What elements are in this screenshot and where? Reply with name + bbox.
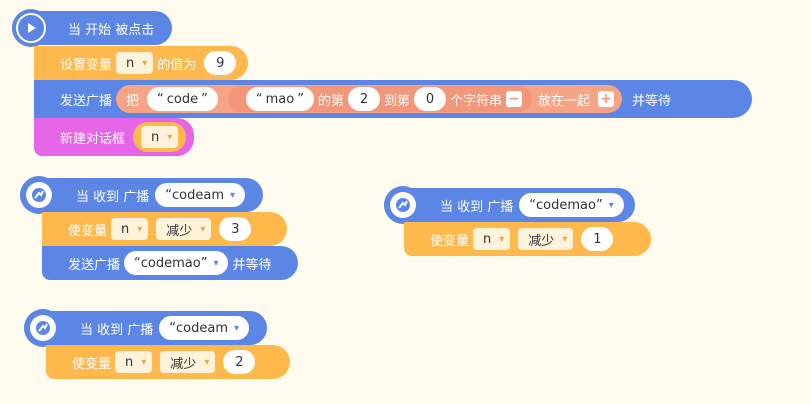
broadcast-message: codeam — [172, 187, 224, 203]
variable-name: n — [125, 354, 134, 370]
broadcast-wait-block[interactable]: 发送广播 “codemao” ▾ 并等待 — [42, 246, 298, 280]
operation-dropdown[interactable]: 减少 ▾ — [160, 351, 216, 373]
substring-source-text: mao — [265, 91, 295, 107]
variable-name: n — [483, 231, 492, 247]
value-input[interactable]: 3 — [219, 217, 252, 241]
broadcast-message-dropdown[interactable]: “codeam ▾ — [159, 316, 250, 340]
chevron-down-icon: ▾ — [230, 189, 236, 201]
chevron-down-icon: ▾ — [234, 322, 240, 334]
operation-dropdown[interactable]: 减少 ▾ — [518, 228, 574, 250]
new-dialog-block[interactable]: 新建对话框 n ▾ — [34, 118, 195, 156]
variable-dropdown[interactable]: n ▾ — [473, 228, 511, 250]
chevron-down-icon: ▾ — [562, 233, 568, 245]
change-label: 使变量 — [430, 233, 470, 249]
broadcast-message: codemao — [536, 197, 596, 213]
dialog-label: 新建对话框 — [60, 131, 126, 147]
variable-dropdown[interactable]: n ▾ — [115, 351, 153, 373]
substring-from-input[interactable]: 2 — [348, 87, 380, 111]
broadcast-icon — [390, 192, 416, 218]
broadcast-wait-label: 并等待 — [632, 93, 672, 109]
operation-name: 减少 — [170, 356, 197, 372]
chevron-down-icon: ▾ — [200, 223, 206, 235]
chevron-down-icon: ▾ — [204, 356, 210, 368]
change-label: 使变量 — [72, 356, 112, 372]
dialog-variable-dropdown[interactable]: n ▾ — [141, 126, 179, 148]
change-label: 使变量 — [68, 223, 108, 239]
variable-name: n — [121, 221, 130, 237]
substring-suffix: 个字符串 — [450, 93, 503, 109]
when-start-clicked-hat[interactable]: 当 开始 被点击 — [12, 9, 172, 47]
minus-icon[interactable]: − — [506, 91, 523, 107]
operation-name: 减少 — [528, 233, 555, 249]
broadcast-wait-block[interactable]: 发送广播 把 “ code ” “ mao ” 的第 2 到第 0 个字符串 −… — [34, 80, 752, 118]
operation-name: 减少 — [166, 223, 193, 239]
join-label: 把 — [126, 93, 140, 109]
substring-of-label: 的第 — [317, 93, 344, 109]
dialog-variable-name: n — [151, 129, 160, 145]
hat-label: 当 收到 广播 — [80, 322, 154, 338]
variable-name: n — [126, 55, 135, 71]
hat-icon-wrap — [12, 9, 50, 47]
variable-reporter[interactable]: n ▾ — [133, 122, 187, 152]
broadcast-label: 发送广播 — [60, 93, 113, 109]
broadcast-label: 发送广播 — [68, 257, 121, 273]
hat-label: 当 收到 广播 — [76, 189, 150, 205]
broadcast-message-dropdown[interactable]: “codemao” ▾ — [124, 251, 229, 275]
hat-icon-wrap — [24, 309, 62, 347]
substring-to-input[interactable]: 0 — [414, 87, 447, 111]
broadcast-message: codemao — [140, 255, 201, 271]
when-receive-broadcast-hat[interactable]: 当 收到 广播 “codeam ▾ — [20, 176, 263, 214]
substring-block[interactable]: “ mao ” 的第 2 到第 0 个字符串 − — [227, 86, 533, 112]
change-variable-block[interactable]: 使变量 n ▾ 减少 ▾ 3 — [42, 212, 287, 246]
broadcast-icon — [26, 182, 52, 208]
broadcast-message-dropdown[interactable]: “codeam ▾ — [155, 183, 246, 207]
set-var-label: 设置变量 — [60, 57, 113, 73]
set-variable-block[interactable]: 设置变量 n ▾ 的值为 9 — [34, 46, 249, 80]
plus-icon[interactable]: + — [598, 91, 615, 107]
substring-to-label: 到第 — [384, 93, 411, 109]
play-icon — [16, 13, 46, 43]
operation-dropdown[interactable]: 减少 ▾ — [156, 218, 212, 240]
broadcast-wait-label: 并等待 — [232, 257, 272, 273]
value-input[interactable]: 9 — [204, 51, 237, 75]
join-block[interactable]: 把 “ code ” “ mao ” 的第 2 到第 0 个字符串 − 放在一起… — [116, 85, 623, 113]
when-receive-broadcast-hat[interactable]: 当 收到 广播 “codeam ▾ — [24, 309, 267, 347]
chevron-down-icon: ▾ — [142, 57, 148, 69]
variable-dropdown[interactable]: n ▾ — [111, 218, 149, 240]
chevron-down-icon: ▾ — [213, 257, 219, 269]
chevron-down-icon: ▾ — [137, 223, 143, 235]
chevron-down-icon: ▾ — [608, 199, 614, 211]
value-input[interactable]: 1 — [581, 227, 614, 251]
change-variable-block[interactable]: 使变量 n ▾ 减少 ▾ 2 — [46, 345, 290, 379]
hat-icon-wrap — [20, 176, 58, 214]
set-var-of: 的值为 — [157, 57, 197, 73]
value-input[interactable]: 2 — [223, 350, 256, 374]
broadcast-message: codeam — [176, 320, 228, 336]
hat-label: 当 开始 被点击 — [68, 22, 155, 38]
broadcast-icon — [30, 315, 56, 341]
join-string-input[interactable]: “ code ” — [147, 87, 218, 111]
join-string-text: code — [166, 91, 199, 107]
chevron-down-icon: ▾ — [167, 131, 173, 143]
chevron-down-icon: ▾ — [141, 356, 147, 368]
join-suffix: 放在一起 — [538, 93, 591, 109]
variable-dropdown[interactable]: n ▾ — [116, 52, 154, 74]
when-receive-broadcast-hat[interactable]: 当 收到 广播 “codemao” ▾ — [384, 186, 635, 224]
change-variable-block[interactable]: 使变量 n ▾ 减少 ▾ 1 — [404, 222, 651, 256]
substring-source-input[interactable]: “ mao ” — [245, 87, 314, 111]
hat-label: 当 收到 广播 — [440, 199, 514, 215]
chevron-down-icon: ▾ — [499, 233, 505, 245]
hat-icon-wrap — [384, 186, 422, 224]
broadcast-message-dropdown[interactable]: “codemao” ▾ — [519, 193, 624, 217]
